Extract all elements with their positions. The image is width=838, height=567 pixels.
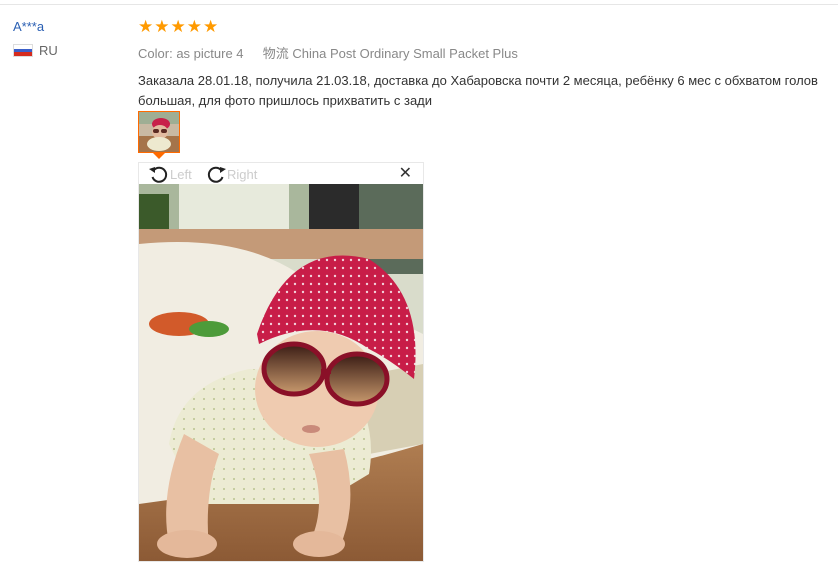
logistics-label: 物流 (262, 46, 289, 61)
order-attributes: Color: as picture 4 物流 China Post Ordina… (138, 43, 838, 62)
review-photo-image (139, 184, 423, 561)
thumbnail-pointer (153, 153, 165, 159)
review-body: ★ ★ ★ ★ ★ Color: as picture 4 物流 China P… (138, 18, 838, 111)
rotate-right-button[interactable]: Right (205, 164, 257, 184)
viewer-toolbar: Left Right ✕ (139, 163, 423, 184)
reviewer-name[interactable]: A***a (13, 19, 58, 34)
star-icon: ★ (203, 17, 219, 36)
review-text-line: большая, для фото пришлось прихватить с … (138, 93, 433, 108)
top-divider (0, 4, 838, 5)
rotate-left-icon (149, 166, 168, 183)
close-viewer-button[interactable]: ✕ (399, 165, 412, 183)
color-value: as picture 4 (176, 46, 244, 61)
rotate-right-icon (207, 166, 226, 183)
star-icon: ★ (154, 17, 170, 36)
russia-flag-icon (13, 44, 33, 57)
rotate-left-button[interactable]: Left (148, 164, 192, 184)
review-photo (139, 184, 423, 561)
review-text-line: Заказала 28.01.18, получила 21.03.18, до… (138, 73, 818, 88)
star-icon: ★ (186, 17, 202, 36)
star-icon: ★ (138, 17, 154, 36)
thumbnail-image (139, 112, 179, 152)
logistics-value: China Post Ordinary Small Packet Plus (292, 46, 518, 61)
color-label: Color: (138, 46, 173, 61)
review-text: Заказала 28.01.18, получила 21.03.18, до… (138, 71, 838, 111)
star-icon: ★ (170, 17, 186, 36)
photo-viewer: Left Right ✕ (138, 162, 424, 562)
rotate-right-label: Right (227, 166, 258, 182)
reviewer-country: RU (13, 43, 58, 58)
rotate-left-label: Left (170, 166, 192, 182)
country-code: RU (39, 43, 58, 58)
star-rating: ★ ★ ★ ★ ★ (138, 18, 838, 36)
reviewer-info: A***a RU (13, 19, 58, 58)
review-photo-thumbnail[interactable] (138, 111, 180, 153)
